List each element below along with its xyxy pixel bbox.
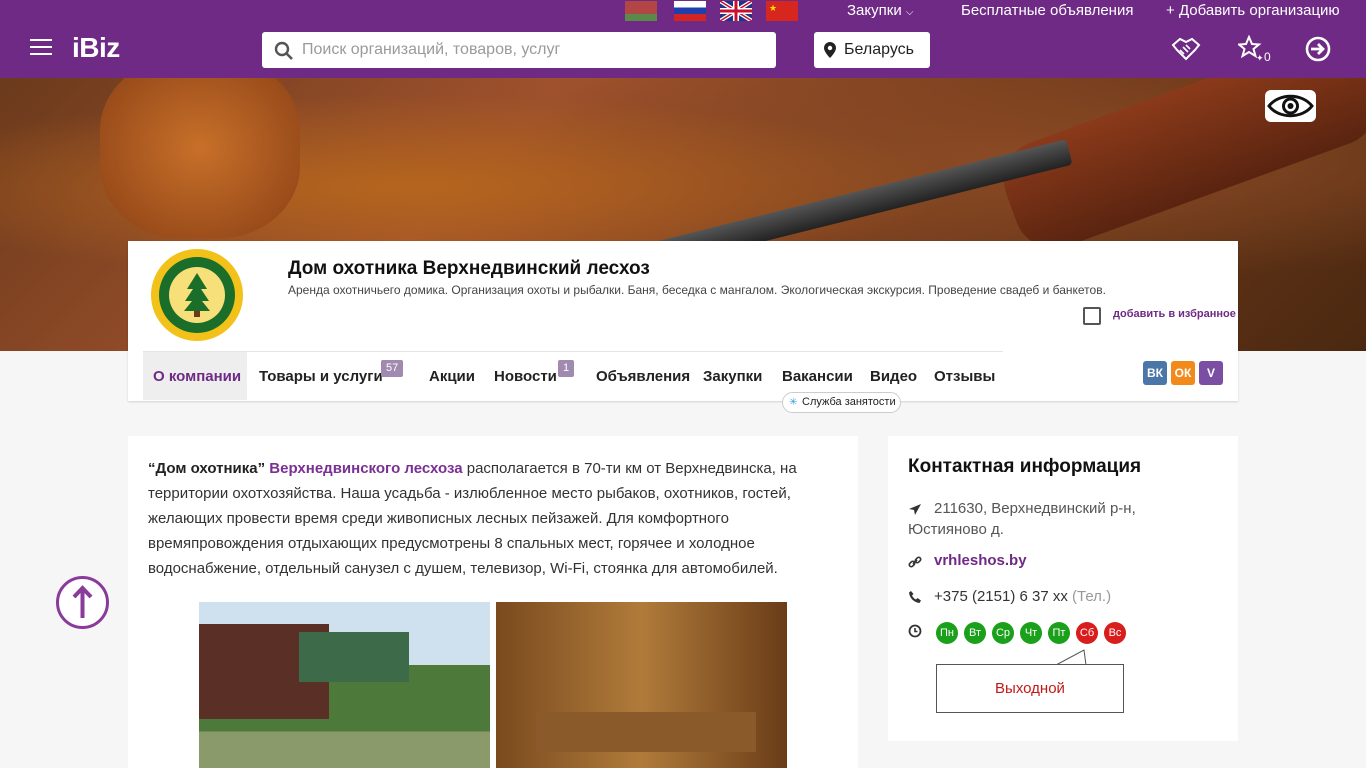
leshoz-link[interactable]: Верхнедвинского лесхоза bbox=[269, 460, 462, 477]
contact-heading: Контактная информация bbox=[908, 456, 1142, 477]
day-sat[interactable]: Сб bbox=[1076, 622, 1098, 644]
search-input[interactable] bbox=[302, 32, 768, 68]
phone-line[interactable]: +375 (2151) 6 37 xx (Тел.) bbox=[934, 588, 1111, 605]
cn-flag[interactable]: ★ bbox=[766, 1, 798, 21]
day-off-tooltip: Выходной bbox=[936, 664, 1124, 713]
clock-icon bbox=[908, 624, 922, 638]
house-photo[interactable] bbox=[199, 602, 490, 768]
plus-icon: + bbox=[1166, 2, 1175, 19]
table-shape bbox=[536, 712, 756, 752]
about-quote: “Дом охотника” bbox=[148, 460, 266, 477]
header: iBiz Беларусь ✦ 0 bbox=[0, 22, 1366, 78]
tooltip-pointer bbox=[1056, 649, 1087, 666]
favorite-checkbox[interactable] bbox=[1083, 307, 1101, 325]
location-pin-icon bbox=[824, 42, 836, 58]
by-flag[interactable] bbox=[625, 1, 657, 21]
handshake-icon[interactable] bbox=[1171, 35, 1201, 63]
procurements-label: Закупки bbox=[847, 2, 902, 19]
phone-note: (Тел.) bbox=[1072, 588, 1112, 605]
day-wed[interactable]: Ср bbox=[992, 622, 1014, 644]
about-body: располагается в 70-ти км от Верхнедвинск… bbox=[148, 460, 797, 577]
day-fri[interactable]: Пт bbox=[1048, 622, 1070, 644]
about-text: “Дом охотника” Верхнедвинского лесхоза р… bbox=[148, 456, 818, 581]
favorites-star-icon[interactable]: ✦ bbox=[1238, 35, 1266, 63]
country-selector[interactable]: Беларусь bbox=[814, 32, 930, 68]
ru-flag[interactable] bbox=[674, 1, 706, 21]
vk-icon[interactable]: ВК bbox=[1143, 361, 1167, 385]
tab-ads[interactable]: Объявления bbox=[596, 352, 690, 400]
contact-address: 211630, Верхнедвинский р-н, Юстияново д. bbox=[908, 500, 1136, 538]
phone-number: +375 (2151) 6 37 xx bbox=[934, 588, 1068, 605]
products-count-badge: 57 bbox=[381, 360, 404, 377]
tab-reviews[interactable]: Отзывы bbox=[934, 352, 995, 400]
banner-glove bbox=[100, 78, 300, 238]
contact-panel: Контактная информация 211630, Верхнедвин… bbox=[888, 436, 1238, 741]
tab-about[interactable]: О компании bbox=[143, 352, 247, 400]
logo[interactable]: iBiz bbox=[72, 32, 120, 64]
top-strip: ★ Закупки ⌵ Бесплатные объявления + Доба… bbox=[0, 0, 1366, 22]
add-org-link[interactable]: + Добавить организацию bbox=[1166, 2, 1340, 19]
eye-icon[interactable] bbox=[1265, 90, 1316, 122]
add-favorite-label[interactable]: добавить в избранное bbox=[1113, 308, 1236, 320]
about-section: “Дом охотника” Верхнедвинского лесхоза р… bbox=[128, 436, 858, 768]
search-box bbox=[262, 32, 776, 68]
viber-icon[interactable]: V bbox=[1199, 361, 1223, 385]
phone-icon bbox=[909, 591, 921, 603]
add-org-label: Добавить организацию bbox=[1178, 2, 1340, 19]
link-icon bbox=[908, 556, 922, 568]
tab-procurements[interactable]: Закупки bbox=[703, 352, 762, 400]
day-tue[interactable]: Вт bbox=[964, 622, 986, 644]
menu-icon[interactable] bbox=[30, 39, 52, 55]
svg-text:★: ★ bbox=[769, 3, 777, 13]
gb-flag[interactable] bbox=[720, 1, 752, 21]
tab-news[interactable]: Новости bbox=[494, 352, 557, 400]
company-logo bbox=[151, 249, 243, 341]
employment-service-pill[interactable]: Служба занятости bbox=[782, 392, 901, 413]
odnoklassniki-icon[interactable]: ОК bbox=[1171, 361, 1195, 385]
favorites-count: 0 bbox=[1264, 50, 1271, 64]
chevron-down-icon: ⌵ bbox=[905, 7, 914, 18]
country-label: Беларусь bbox=[844, 41, 914, 58]
company-description: Аренда охотничьего домика. Организация о… bbox=[288, 283, 1106, 297]
roof-shape bbox=[299, 632, 409, 682]
news-count-badge: 1 bbox=[558, 360, 575, 377]
website-link[interactable]: vrhleshos.by bbox=[934, 552, 1027, 569]
company-title: Дом охотника Верхнедвинский лесхоз bbox=[288, 258, 650, 279]
tab-promotions[interactable]: Акции bbox=[429, 352, 475, 400]
login-icon[interactable] bbox=[1304, 35, 1332, 63]
day-sun[interactable]: Вс bbox=[1104, 622, 1126, 644]
free-ads-link[interactable]: Бесплатные объявления bbox=[961, 2, 1133, 19]
procurements-menu[interactable]: Закупки ⌵ bbox=[847, 2, 913, 19]
day-mon[interactable]: Пн bbox=[936, 622, 958, 644]
search-icon bbox=[274, 41, 293, 60]
arrow-up-icon bbox=[72, 585, 93, 618]
svg-text:✦: ✦ bbox=[1256, 53, 1264, 63]
interior-photo[interactable] bbox=[496, 602, 787, 768]
day-thu[interactable]: Чт bbox=[1020, 622, 1042, 644]
tab-products[interactable]: Товары и услуги bbox=[259, 352, 383, 400]
scroll-up-button[interactable] bbox=[56, 576, 109, 629]
